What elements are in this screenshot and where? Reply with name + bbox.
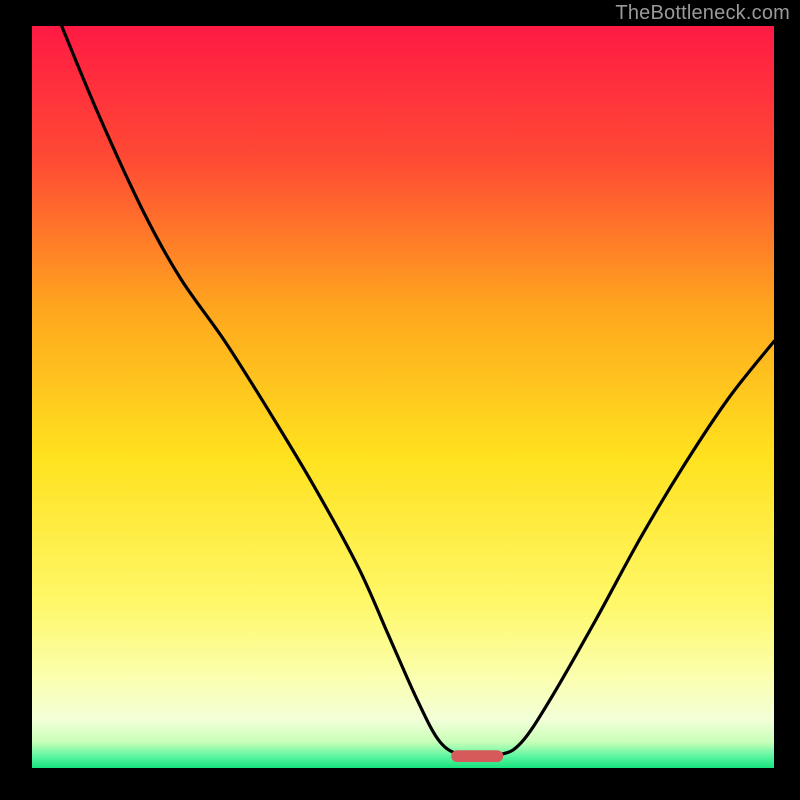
gradient-background [32,26,774,768]
credit-watermark: TheBottleneck.com [615,2,790,25]
chart-stage: TheBottleneck.com [0,0,800,800]
plot-area [32,26,774,768]
chart-svg [32,26,774,768]
optimal-marker [451,750,503,762]
